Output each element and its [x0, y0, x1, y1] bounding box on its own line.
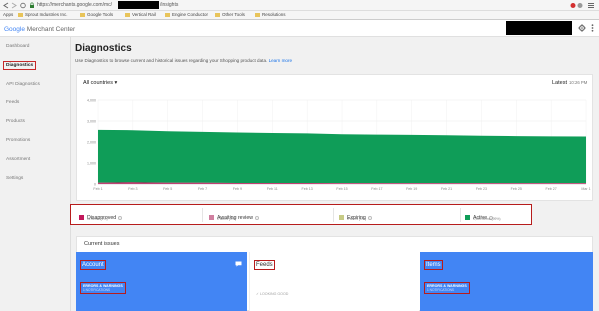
sidebar-item-settings[interactable]: Settings [6, 176, 23, 181]
legend-active[interactable]: Active 1,509 items (99%) [465, 209, 501, 227]
x-tick-label: Feb 23 [476, 187, 487, 191]
legend-expiring[interactable]: Expiring 0 items (0%) [339, 209, 372, 227]
country-selector[interactable]: All countries ▾ [83, 80, 117, 86]
folder-icon [165, 12, 170, 17]
sidebar-item-dashboard[interactable]: Dashboard [6, 44, 29, 49]
sidebar-item-diagnostics[interactable]: Diagnostics [3, 61, 37, 70]
folder-icon [80, 12, 85, 17]
x-tick-label: Feb 7 [198, 187, 207, 191]
legend-swatch [339, 215, 344, 221]
legend-swatch [209, 215, 214, 221]
feeds-title: Feeds [254, 260, 275, 270]
redacted-account-id [118, 1, 159, 9]
chart-legend: Disapproved 11 items (1%) Awaiting revie… [70, 204, 532, 225]
feeds-status: ✓ LOOKING GOOD [256, 292, 289, 296]
y-tick-label: 3,000 [87, 120, 96, 124]
sidebar: Dashboard Diagnostics API Diagnostics Fe… [0, 37, 71, 311]
legend-swatch [79, 215, 84, 221]
x-tick-label: Feb 21 [441, 187, 452, 191]
legend-swatch [465, 215, 470, 221]
legend-disapproved[interactable]: Disapproved 11 items (1%) [79, 209, 123, 227]
sidebar-item-promotions[interactable]: Promotions [6, 138, 30, 143]
dropdown-arrow-icon: ▾ [114, 80, 118, 86]
x-tick-label: Feb 3 [128, 187, 137, 191]
x-tick-label: Feb 19 [406, 187, 417, 191]
x-tick-label: Mar 1 [581, 187, 590, 191]
folder-icon [18, 12, 23, 17]
help-icon[interactable] [254, 215, 259, 220]
url-prefix[interactable]: https://merchants.google.com/mc/ [37, 2, 112, 8]
browser-menu-icons[interactable] [570, 2, 598, 9]
bookmark-apps[interactable]: Apps [3, 12, 13, 17]
chat-icon[interactable] [235, 261, 242, 267]
x-tick-label: Feb 9 [233, 187, 242, 191]
help-icon[interactable] [367, 215, 372, 220]
feeds-panel[interactable]: Feeds ✓ LOOKING GOOD [249, 252, 419, 311]
bookmark-item[interactable]: Google Tools [80, 12, 113, 17]
x-tick-label: Feb 25 [511, 187, 522, 191]
x-tick-label: Feb 1 [93, 187, 102, 191]
y-tick-label: 1,000 [87, 162, 96, 166]
x-tick-label: Feb 27 [546, 187, 557, 191]
bookmark-item[interactable]: Other Tools [215, 12, 245, 17]
x-tick-label: Feb 17 [371, 187, 382, 191]
help-icon[interactable] [118, 215, 123, 220]
account-title: Account [80, 260, 106, 270]
redacted-account-name [506, 21, 572, 35]
y-tick-label: 2,000 [87, 141, 96, 145]
bookmarks-bar: Apps Sprout Industries Inc. Google Tools… [0, 11, 599, 20]
y-tick-label: 0 [94, 183, 96, 187]
items-title: Items [424, 260, 443, 270]
address-bar: https://merchants.google.com/mc/ /insigh… [0, 0, 599, 11]
legend-awaiting-review[interactable]: Awaiting review 0 items (0%) [209, 209, 259, 227]
page-title: Diagnostics [75, 43, 132, 54]
series-active-area [98, 129, 586, 184]
bookmark-item[interactable]: Resolutions [255, 12, 286, 17]
page-subtitle: Use Diagnostics to browse current and hi… [75, 58, 293, 63]
diagnostics-chart: 0 1,000 2,000 3,000 4,000 Feb 1 Feb 3 Feb 5 Feb … [87, 99, 591, 192]
check-icon: ✓ [256, 292, 260, 296]
sidebar-item-assortment[interactable]: Assortment [6, 157, 30, 162]
folder-icon [215, 12, 220, 17]
more-vert-icon[interactable] [590, 24, 595, 32]
account-panel[interactable]: Account ERRORS & WARNINGS 1 NOTIFICATION… [76, 252, 247, 311]
items-panel[interactable]: Items ERRORS & WARNINGS 1 NOTIFICATIONS [420, 252, 593, 311]
nav-arrows-icon[interactable] [3, 2, 27, 9]
gear-icon[interactable] [578, 24, 586, 32]
x-tick-label: Feb 5 [163, 187, 172, 191]
current-issues-title: Current issues [84, 241, 120, 247]
folder-icon [255, 12, 260, 17]
sidebar-item-products[interactable]: Products [6, 119, 25, 124]
latest-timestamp: Latest 10:26 PM [552, 80, 588, 86]
y-tick-label: 4,000 [87, 99, 96, 103]
lock-icon [30, 2, 34, 8]
url-suffix[interactable]: /insights [160, 2, 178, 8]
sidebar-item-api-diagnostics[interactable]: API Diagnostics [6, 82, 40, 87]
learn-more-link[interactable]: Learn more [269, 58, 293, 63]
merchant-center-logo[interactable]: Google Merchant Center [4, 26, 75, 33]
items-errors-warnings[interactable]: ERRORS & WARNINGS 1 NOTIFICATIONS [424, 282, 470, 294]
x-tick-label: Feb 11 [267, 187, 278, 191]
bookmark-item[interactable]: Sprout Industries Inc. [18, 12, 68, 17]
x-tick-label: Feb 15 [336, 187, 347, 191]
folder-icon [125, 12, 130, 17]
sidebar-item-feeds[interactable]: Feeds [6, 100, 19, 105]
account-errors-warnings[interactable]: ERRORS & WARNINGS 1 NOTIFICATIONS [80, 282, 126, 294]
x-tick-label: Feb 13 [302, 187, 313, 191]
bookmark-item[interactable]: Engine Conductor [165, 12, 208, 17]
bookmark-item[interactable]: Vertical Rail [125, 12, 156, 17]
